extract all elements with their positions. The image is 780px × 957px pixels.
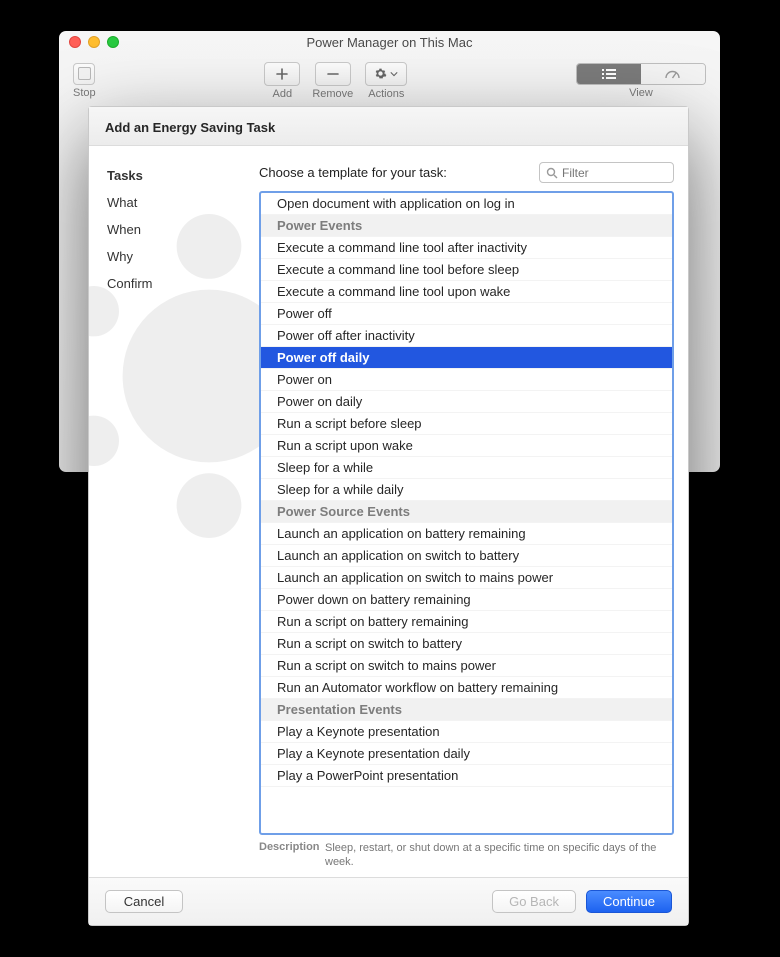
sheet-footer: Cancel Go Back Continue <box>89 877 688 925</box>
template-row[interactable]: Execute a command line tool upon wake <box>261 281 672 303</box>
template-list-scroll[interactable]: Open document with application on log in… <box>261 193 672 833</box>
description-text: Sleep, restart, or shut down at a specif… <box>325 841 672 869</box>
search-icon <box>546 167 558 179</box>
sidebar-step-confirm[interactable]: Confirm <box>107 270 259 297</box>
sidebar-step-when[interactable]: When <box>107 216 259 243</box>
stop-icon <box>78 67 91 80</box>
toolbar: Stop Add Remove Actions <box>59 53 720 108</box>
sidebar-step-why[interactable]: Why <box>107 243 259 270</box>
group-header: Power Source Events <box>261 501 672 523</box>
zoom-icon[interactable] <box>107 36 119 48</box>
template-row[interactable]: Play a PowerPoint presentation <box>261 765 672 787</box>
remove-label: Remove <box>312 88 353 100</box>
filter-input[interactable] <box>558 166 667 180</box>
template-row[interactable]: Power off <box>261 303 672 325</box>
actions-button[interactable] <box>365 62 407 86</box>
plus-icon <box>276 68 288 80</box>
sheet-title: Add an Energy Saving Task <box>105 120 672 135</box>
template-row[interactable]: Launch an application on battery remaini… <box>261 523 672 545</box>
template-row[interactable]: Run a script on switch to battery <box>261 633 672 655</box>
template-row[interactable]: Power off daily <box>261 347 672 369</box>
titlebar: Power Manager on This Mac <box>59 31 720 53</box>
add-label: Add <box>264 88 300 100</box>
description-label: Description <box>259 841 325 869</box>
template-row[interactable]: Power on <box>261 369 672 391</box>
template-list: Open document with application on log in… <box>259 191 674 835</box>
view-list-button[interactable] <box>577 64 641 84</box>
filter-field[interactable] <box>539 162 674 183</box>
stop-label: Stop <box>73 87 96 99</box>
remove-button[interactable] <box>315 62 351 86</box>
template-row[interactable]: Run a script before sleep <box>261 413 672 435</box>
template-row[interactable]: Launch an application on switch to mains… <box>261 567 672 589</box>
sidebar-step-what[interactable]: What <box>107 189 259 216</box>
gauge-icon <box>665 69 680 79</box>
add-button[interactable] <box>264 62 300 86</box>
template-row[interactable]: Execute a command line tool before sleep <box>261 259 672 281</box>
close-icon[interactable] <box>69 36 81 48</box>
template-row[interactable]: Run an Automator workflow on battery rem… <box>261 677 672 699</box>
continue-button[interactable]: Continue <box>586 890 672 913</box>
template-row[interactable]: Power off after inactivity <box>261 325 672 347</box>
view-label: View <box>576 87 706 99</box>
template-row[interactable]: Power on daily <box>261 391 672 413</box>
chevron-down-icon <box>390 70 398 78</box>
window-title: Power Manager on This Mac <box>59 35 720 50</box>
minimize-icon[interactable] <box>88 36 100 48</box>
step-sidebar: TasksWhatWhenWhyConfirm <box>89 146 259 877</box>
go-back-button: Go Back <box>492 890 576 913</box>
template-row[interactable]: Open document with application on log in <box>261 193 672 215</box>
gear-icon <box>374 67 387 80</box>
template-row[interactable]: Power down on battery remaining <box>261 589 672 611</box>
template-row[interactable]: Sleep for a while <box>261 457 672 479</box>
template-row[interactable]: Run a script upon wake <box>261 435 672 457</box>
template-row[interactable]: Play a Keynote presentation <box>261 721 672 743</box>
cancel-button[interactable]: Cancel <box>105 890 183 913</box>
stop-button[interactable] <box>73 63 95 85</box>
traffic-lights <box>69 36 119 48</box>
template-row[interactable]: Execute a command line tool after inacti… <box>261 237 672 259</box>
group-header: Presentation Events <box>261 699 672 721</box>
actions-label: Actions <box>365 88 407 100</box>
sidebar-step-tasks[interactable]: Tasks <box>107 162 259 189</box>
group-header: Power Events <box>261 215 672 237</box>
sheet-header: Add an Energy Saving Task <box>89 107 688 146</box>
template-row[interactable]: Run a script on switch to mains power <box>261 655 672 677</box>
template-row[interactable]: Sleep for a while daily <box>261 479 672 501</box>
sheet-dialog: Add an Energy Saving Task TasksWhatWhenW… <box>88 106 689 926</box>
template-row[interactable]: Launch an application on switch to batte… <box>261 545 672 567</box>
minus-icon <box>327 68 339 80</box>
template-row[interactable]: Run a script on battery remaining <box>261 611 672 633</box>
template-prompt: Choose a template for your task: <box>259 165 447 180</box>
list-icon <box>602 69 616 79</box>
view-segment <box>576 63 706 85</box>
template-row[interactable]: Play a Keynote presentation daily <box>261 743 672 765</box>
view-gauge-button[interactable] <box>641 64 705 84</box>
